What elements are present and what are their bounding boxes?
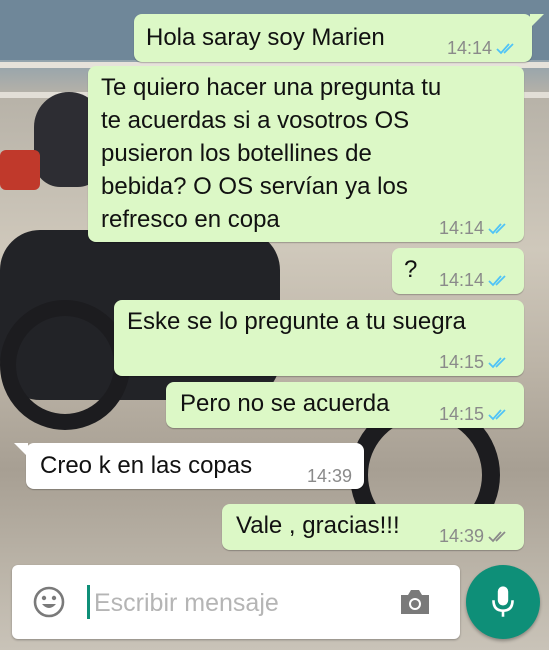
message-time: 14:14 xyxy=(446,38,492,58)
read-ticks-icon xyxy=(488,409,506,421)
message-text: ? xyxy=(404,256,418,283)
message-meta: 14:15 xyxy=(439,398,512,430)
read-ticks-icon xyxy=(488,357,506,369)
message-meta: 14:14 xyxy=(439,264,512,296)
message-text: Creo k en las copas xyxy=(40,452,253,479)
message-meta: 14:39 xyxy=(307,460,352,492)
message-composer xyxy=(12,565,460,639)
message-meta: 14:14 xyxy=(447,32,520,64)
message-bubble-outgoing[interactable]: Vale , gracias!!! 14:39 xyxy=(222,504,524,550)
read-ticks-icon xyxy=(488,223,506,235)
message-bubble-outgoing[interactable]: Hola saray soy Marien 14:14 xyxy=(134,14,532,62)
message-text: Eske se lo pregunte a tu suegra xyxy=(127,308,466,335)
bubble-tail xyxy=(530,14,544,28)
message-text-line: te acuerdas si a vosotros OS xyxy=(101,107,410,134)
message-meta: 14:15 xyxy=(439,346,512,378)
message-bubble-outgoing[interactable]: Te quiero hacer una pregunta tu te acuer… xyxy=(88,66,524,242)
delivered-ticks-icon xyxy=(488,531,506,543)
message-text: Pero no se acuerda xyxy=(180,390,390,417)
message-text: Hola saray soy Marien xyxy=(146,24,385,51)
message-time: 14:14 xyxy=(438,218,484,238)
message-time: 14:39 xyxy=(306,466,352,486)
camera-icon[interactable] xyxy=(398,587,432,617)
message-bubble-outgoing[interactable]: Eske se lo pregunte a tu suegra 14:15 xyxy=(114,300,524,376)
message-text-line: refresco en copa xyxy=(101,206,280,233)
microphone-button[interactable] xyxy=(466,565,540,639)
bubble-tail xyxy=(14,443,28,457)
read-ticks-icon xyxy=(488,275,506,287)
text-cursor xyxy=(87,585,90,619)
microphone-icon xyxy=(492,586,514,617)
message-bubble-incoming[interactable]: Creo k en las copas 14:39 xyxy=(26,443,364,489)
message-time: 14:39 xyxy=(438,526,484,546)
message-text-line: pusieron los botellines de xyxy=(101,140,372,167)
emoji-icon[interactable] xyxy=(32,585,66,619)
message-text: Vale , gracias!!! xyxy=(236,512,400,539)
wallpaper-motorcycle-wheel xyxy=(0,300,130,430)
message-time: 14:15 xyxy=(438,352,484,372)
message-time: 14:14 xyxy=(438,270,484,290)
message-bubble-outgoing[interactable]: ? 14:14 xyxy=(392,248,524,294)
message-input[interactable] xyxy=(92,579,396,627)
message-meta: 14:14 xyxy=(439,212,512,244)
wallpaper-red-bag xyxy=(0,150,40,190)
message-time: 14:15 xyxy=(438,404,484,424)
message-text-line: Te quiero hacer una pregunta tu xyxy=(101,74,442,101)
message-bubble-outgoing[interactable]: Pero no se acuerda 14:15 xyxy=(166,382,524,428)
message-meta: 14:39 xyxy=(439,520,512,552)
message-text-line: bebida? O OS servían ya los xyxy=(101,173,408,200)
read-ticks-icon xyxy=(496,43,514,55)
